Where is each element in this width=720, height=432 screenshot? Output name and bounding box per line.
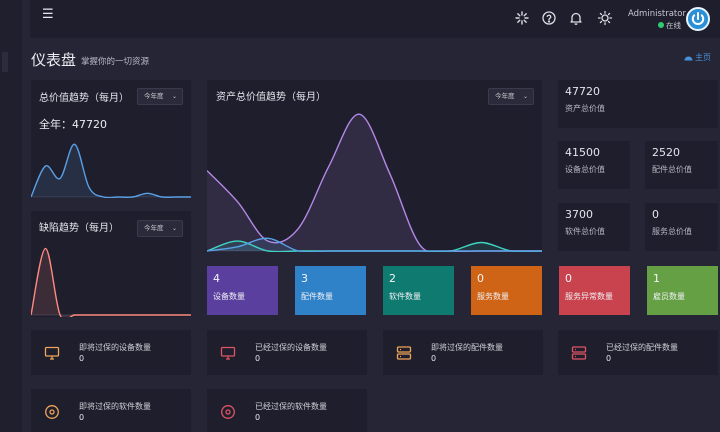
defect-trend-select-value: 今年度 [144,224,164,232]
info-label: 已经过保的配件数量 [606,343,678,352]
tile-value: 0 [477,272,484,285]
info-part-expiring[interactable]: 即将过保的配件数量 0 [383,330,543,375]
tile-label: 配件数量 [301,292,333,301]
breadcrumb[interactable]: 主页 [684,52,711,63]
top-bar: ☰ Administrator 在线 [30,0,720,38]
info-device-expiring[interactable]: 即将过保的设备数量 0 [31,330,191,375]
server-icon [396,345,412,361]
asset-trend-panel: 资产总价值趋势（每月） 今年度 ⌄ [207,80,542,252]
info-value: 0 [255,413,261,422]
info-value: 0 [255,354,261,363]
stat-asset-total: 47720 资产总价值 [558,80,718,128]
stat-value: 0 [652,208,659,221]
tile-value: 2 [389,272,396,285]
chevron-down-icon: ⌄ [171,225,177,232]
stat-service-total: 0 服务总价值 [645,203,718,251]
tile-software-count[interactable]: 2 软件数量 [383,266,454,315]
tile-employee-count[interactable]: 1 雇员数量 [647,266,718,315]
tile-label: 服务数量 [477,292,509,301]
asset-trend-chart [207,113,542,252]
menu-icon[interactable]: ☰ [42,8,56,22]
info-label: 即将过保的配件数量 [431,343,503,352]
stat-label: 资产总价值 [565,104,605,113]
chevron-down-icon: ⌄ [522,93,528,100]
disc-icon [220,404,236,420]
tile-device-count[interactable]: 4 设备数量 [207,266,278,315]
server-icon [571,345,587,361]
info-value: 0 [79,413,85,422]
info-label: 即将过保的软件数量 [79,402,151,411]
tile-service-error-count[interactable]: 0 服务异常数量 [559,266,630,315]
monitor-icon [220,345,236,361]
tile-value: 3 [301,272,308,285]
stat-value: 47720 [565,85,600,98]
sidebar [0,0,22,432]
spinner-icon[interactable] [514,10,530,26]
sidebar-indicator [2,52,8,72]
power-icon [691,12,705,25]
info-value: 0 [431,354,437,363]
avatar[interactable] [686,7,710,31]
help-icon[interactable] [541,10,557,26]
bell-icon[interactable] [568,10,584,26]
stat-label: 配件总价值 [652,165,692,174]
tile-part-count[interactable]: 3 配件数量 [295,266,366,315]
asset-trend-select-value: 今年度 [495,92,515,100]
info-label: 已经过保的软件数量 [255,402,327,411]
tile-service-count[interactable]: 0 服务数量 [471,266,542,315]
page-title: 仪表盘 [31,51,77,69]
chevron-down-icon: ⌄ [171,93,177,100]
info-value: 0 [606,354,612,363]
tile-label: 设备数量 [213,292,245,301]
info-device-expired[interactable]: 已经过保的设备数量 0 [207,330,367,375]
stat-software-total: 3700 软件总价值 [558,203,630,251]
tile-value: 1 [653,272,660,285]
user-status-label: 在线 [666,21,681,30]
info-label: 即将过保的设备数量 [79,343,151,352]
stat-value: 2520 [652,146,680,159]
stat-label: 服务总价值 [652,227,692,236]
stat-value: 41500 [565,146,600,159]
tile-label: 服务异常数量 [565,292,613,301]
defect-trend-title: 缺陷趋势（每月） [39,223,119,234]
info-software-expired[interactable]: 已经过保的软件数量 0 [207,389,367,432]
series-area-0 [31,144,191,198]
disc-icon [44,404,60,420]
tile-label: 软件数量 [389,292,421,301]
stat-value: 3700 [565,208,593,221]
stat-label: 软件总价值 [565,227,605,236]
asset-trend-title: 资产总价值趋势（每月） [216,92,326,103]
info-label: 已经过保的设备数量 [255,343,327,352]
total-trend-panel: 总价值趋势（每月） 今年度 ⌄ 全年：47720 [31,80,191,198]
info-software-expiring[interactable]: 即将过保的软件数量 0 [31,389,191,432]
online-dot-icon [658,22,664,28]
total-trend-select-value: 今年度 [144,92,164,100]
tile-value: 0 [565,272,572,285]
sun-icon[interactable] [597,10,613,26]
total-trend-select[interactable]: 今年度 ⌄ [137,88,183,105]
info-part-expired[interactable]: 已经过保的配件数量 0 [558,330,718,375]
asset-trend-select[interactable]: 今年度 ⌄ [488,88,534,105]
tile-label: 雇员数量 [653,292,685,301]
tile-value: 4 [213,272,220,285]
stat-part-total: 2520 配件总价值 [645,141,718,189]
stat-device-total: 41500 设备总价值 [558,141,630,189]
breadcrumb-home[interactable]: 主页 [695,53,711,62]
defect-trend-select[interactable]: 今年度 ⌄ [137,220,183,237]
monitor-icon [44,345,60,361]
info-value: 0 [79,354,85,363]
total-trend-title: 总价值趋势（每月） [39,93,129,104]
dashboard-icon [684,53,693,61]
stat-label: 设备总价值 [565,165,605,174]
user-status: 在线 [658,20,681,31]
defect-trend-panel: 缺陷趋势（每月） 今年度 ⌄ [31,211,191,317]
user-name[interactable]: Administrator [628,9,686,19]
series-area-0 [31,248,191,317]
page-subtitle: 掌握你的一切资源 [81,57,150,67]
total-value-label: 全年：47720 [39,118,107,131]
